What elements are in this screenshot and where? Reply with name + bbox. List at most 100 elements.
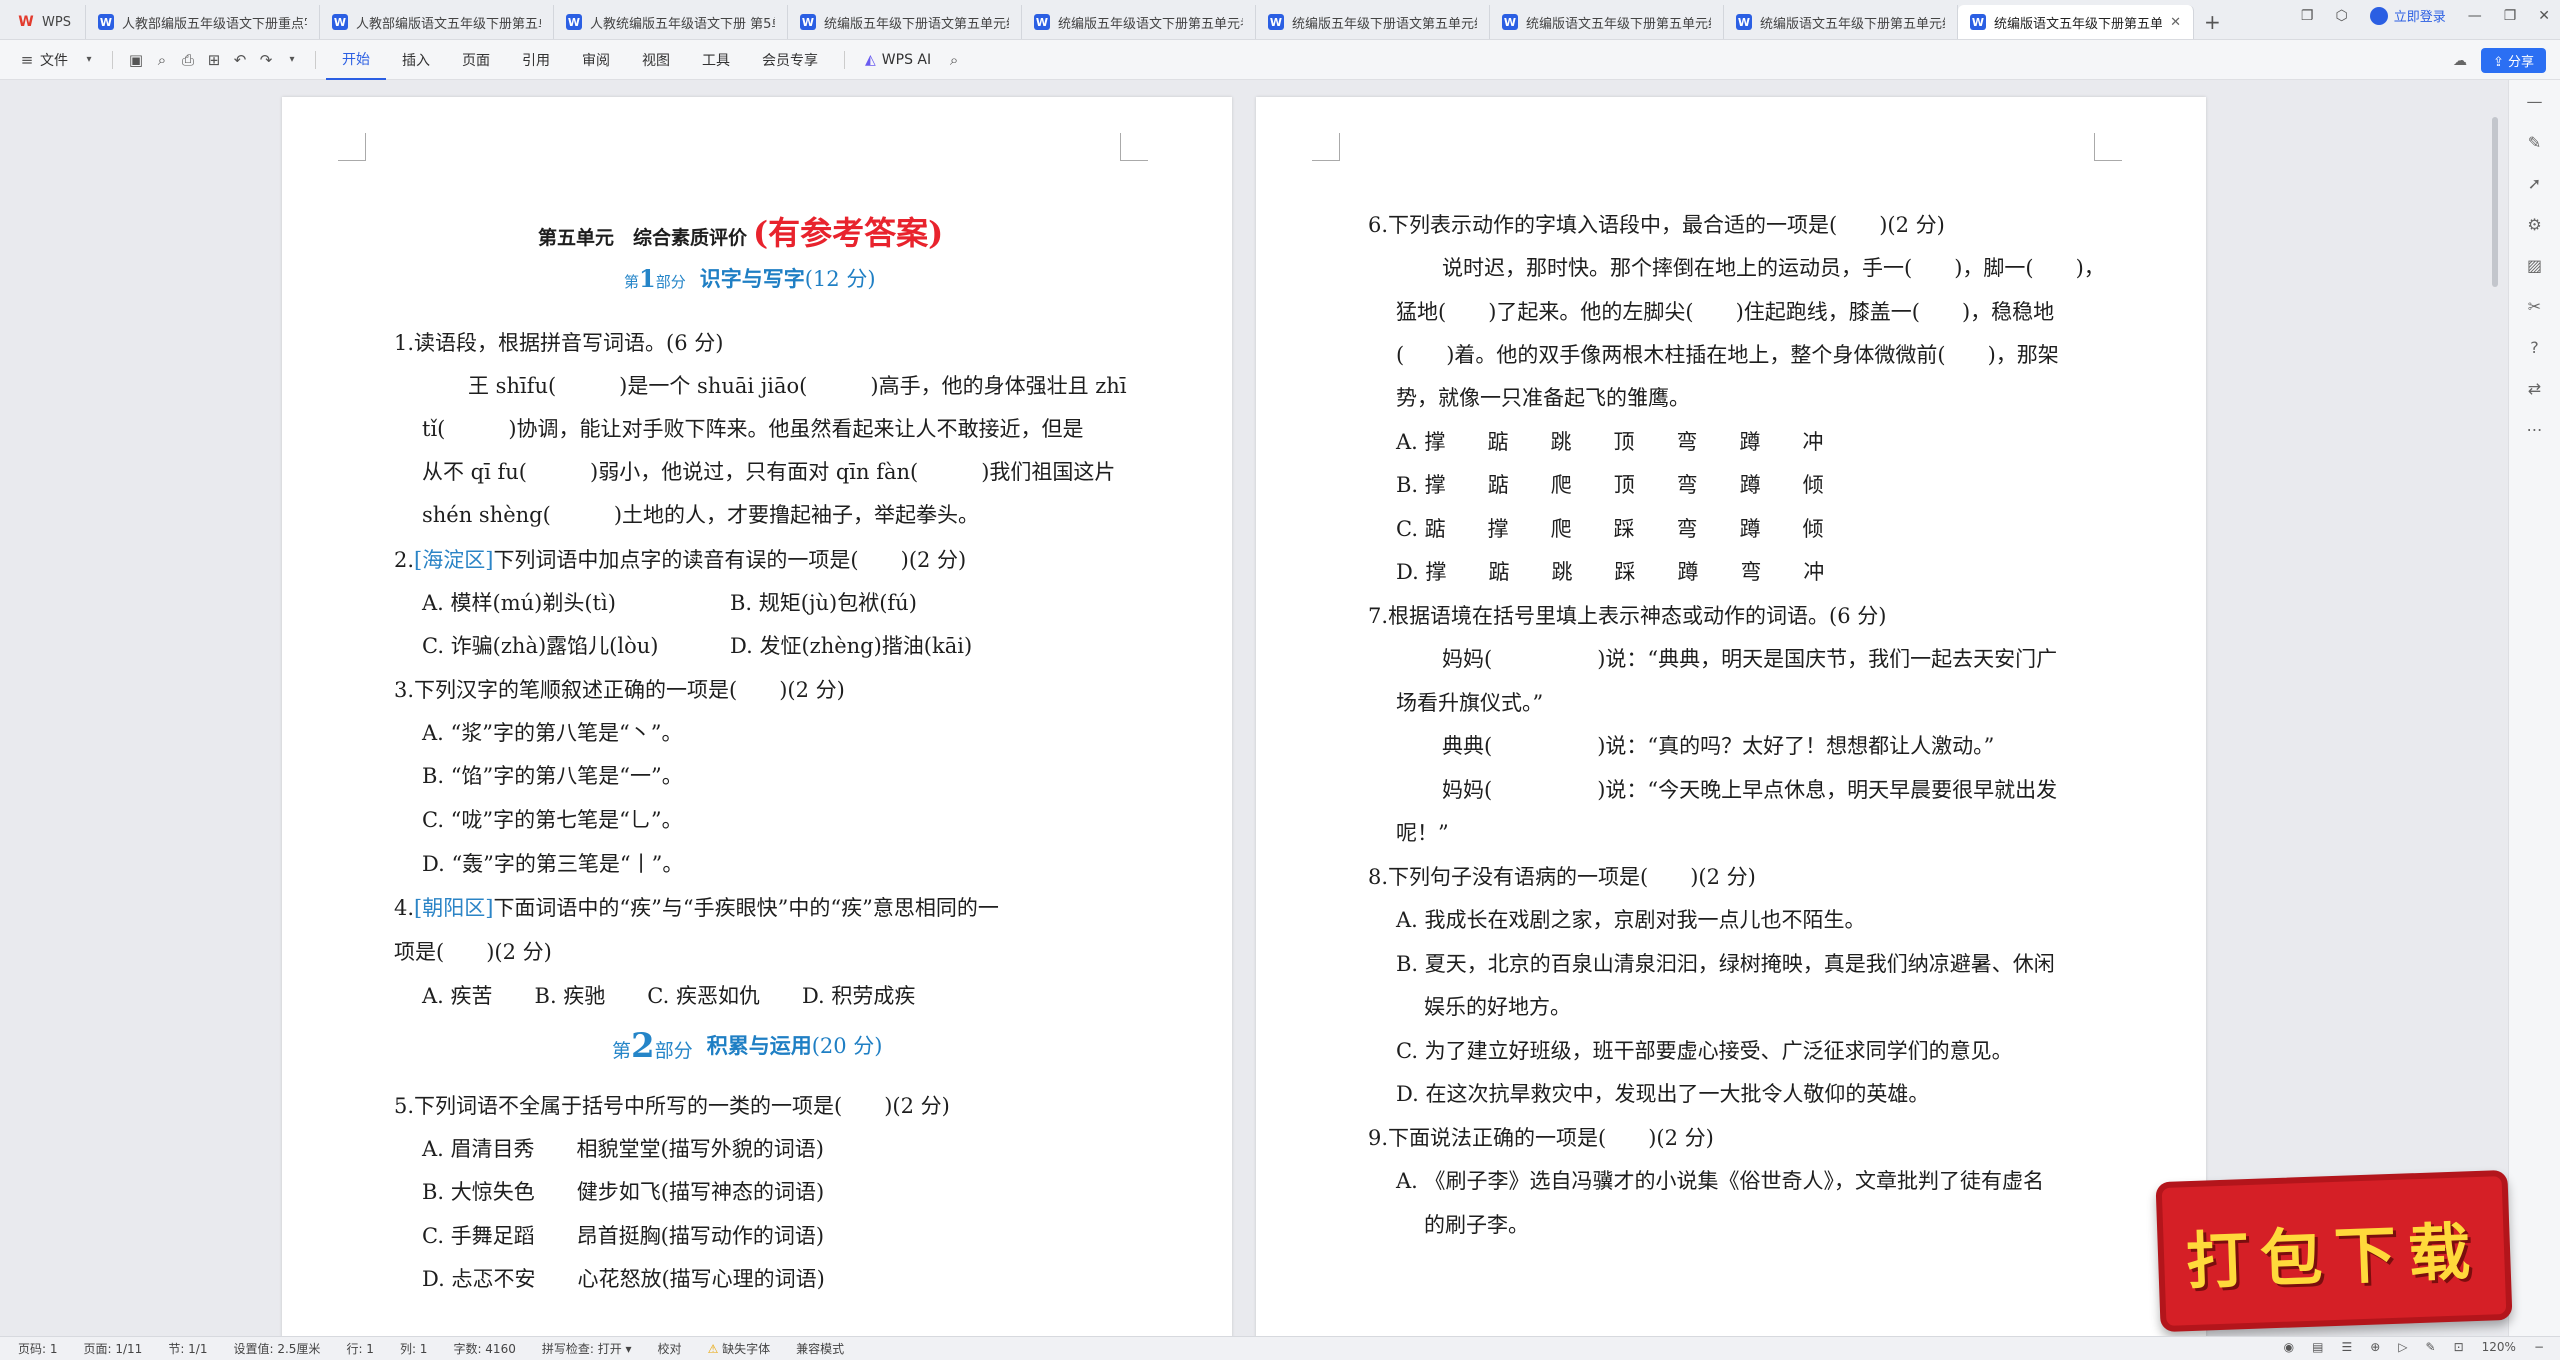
tab-insert[interactable]: 插入 (386, 40, 446, 80)
q1-line-2: tǐ( )协调，能让对手败下阵来。他虽然看起来让人不敢接近，但是 (422, 417, 1084, 441)
tab-document[interactable]: W 统编版语文五年级下册第五单元综合 (1724, 5, 1958, 39)
status-setting[interactable]: 设置值: 2.5厘米 (233, 1340, 320, 1357)
close-window-icon[interactable]: ✕ (2538, 8, 2550, 24)
status-section[interactable]: 节: 1/1 (168, 1340, 207, 1357)
q4-source-tag: [朝阳区] (414, 896, 494, 920)
save-icon[interactable]: ▣ (123, 51, 149, 69)
page-view-icon[interactable]: ▤ (2312, 1340, 2323, 1354)
q2-source-tag: [海淀区] (414, 548, 494, 572)
tab-label: 统编版语文五年级下册第五单元综合 (1760, 16, 1945, 32)
tab-tools[interactable]: 工具 (686, 40, 746, 80)
q2-text: 下列词语中加点字的读音有误的一项是( )(2 分) (493, 548, 967, 572)
tab-references[interactable]: 引用 (506, 40, 566, 80)
status-bar: 页码: 1 页面: 1/11 节: 1/1 设置值: 2.5厘米 行: 1 列:… (0, 1336, 2560, 1360)
q2-option-c: C. 诈骗(zhà)露馅儿(lòu) (422, 634, 659, 658)
settings-icon[interactable]: ⚙ (2527, 215, 2541, 234)
pen-icon[interactable]: ✎ (2528, 133, 2541, 152)
new-tab-button[interactable]: + (2194, 5, 2231, 39)
tools-icon[interactable]: ✂ (2528, 297, 2541, 316)
status-words[interactable]: 字数: 4160 (453, 1340, 515, 1357)
undo-icon[interactable]: ↶ (227, 51, 253, 69)
read-mode-icon[interactable]: ▷ (2398, 1340, 2407, 1354)
section-title-text: 识字与写字 (699, 266, 805, 291)
tab-document[interactable]: W 统编版语文五年级下册第五单元综合 (1490, 5, 1724, 39)
cube-icon[interactable]: ⬡ (2335, 8, 2347, 24)
tab-document[interactable]: W 人教部编版五年级语文下册重点字 (86, 5, 320, 39)
minimize-icon[interactable]: — (2468, 8, 2482, 24)
search-icon[interactable]: ⌕ (941, 51, 967, 69)
chevron-down-icon[interactable]: ▾ (279, 54, 305, 65)
status-proof[interactable]: 校对 (658, 1340, 682, 1357)
tab-document-active[interactable]: W 统编版语文五年级下册第五单 ✕ (1958, 5, 2194, 39)
q5-option-d: D. 忐忑不安 心花怒放(描写心理的词语) (422, 1267, 825, 1291)
translate-icon[interactable]: ⇄ (2528, 379, 2541, 398)
outline-view-icon[interactable]: ☰ (2341, 1340, 2352, 1354)
vertical-scrollbar[interactable] (2490, 97, 2500, 1342)
tab-wps-home[interactable]: W WPS (6, 5, 86, 39)
download-banner[interactable]: 打包下载 (2155, 1169, 2513, 1333)
divider (844, 50, 845, 69)
zoom-fit-icon[interactable]: ⊡ (2454, 1340, 2464, 1354)
tab-document[interactable]: W 统编版五年级下册语文第五单元综合 (788, 5, 1022, 39)
edit-mode-icon[interactable]: ✎ (2426, 1340, 2436, 1354)
help-icon[interactable]: ? (2530, 338, 2539, 357)
search-doc-icon[interactable]: ⌕ (149, 51, 175, 69)
chevron-down-icon[interactable]: ▾ (76, 54, 102, 65)
status-compat[interactable]: 兼容模式 (796, 1340, 844, 1357)
section-score: (20 分) (811, 1034, 883, 1058)
title-answer-note: (有参考答案) (753, 214, 944, 252)
q4-number: 4. (394, 896, 415, 920)
q1-line-3: 从不 qī fu( )弱小，他说过，只有面对 qīn fàn( )我们祖国这片 (422, 460, 1116, 484)
file-menu[interactable]: 文件 (40, 50, 68, 70)
zoom-level[interactable]: 120% (2482, 1340, 2516, 1354)
cloud-icon[interactable]: ☁ (2453, 53, 2467, 69)
eye-icon[interactable]: ◉ (2284, 1340, 2294, 1354)
status-col[interactable]: 列: 1 (400, 1340, 428, 1357)
badge-post: 部分 (655, 273, 686, 291)
scrollbar-thumb[interactable] (2492, 117, 2498, 287)
document-page-1[interactable]: 第五单元 综合素质评价 (有参考答案) 第1部分 识字与写字(12 分) 1.读语… (282, 97, 1232, 1342)
q5-option-c: C. 手舞足蹈 昂首挺胸(描写动作的词语) (422, 1224, 825, 1248)
tab-label: WPS (42, 14, 71, 30)
q1-line-1: 王 shīfu( )是一个 shuāi jiāo( )高手，他的身体强壮且 zh… (468, 374, 1127, 398)
share-button[interactable]: ⇪ 分享 (2480, 48, 2546, 73)
status-font-missing[interactable]: ⚠ 缺失字体 (708, 1340, 771, 1357)
tab-document[interactable]: W 统编版五年级语文下册第五单元考点 (1022, 5, 1256, 39)
q8-option-b-cont: 娱乐的好地方。 (1424, 995, 1571, 1019)
print-icon[interactable]: ⎙ (175, 51, 201, 69)
collapse-icon[interactable]: — (2527, 92, 2543, 111)
close-icon[interactable]: ✕ (2170, 15, 2181, 30)
web-view-icon[interactable]: ⊕ (2370, 1340, 2380, 1354)
image-icon[interactable]: ▨ (2527, 256, 2542, 275)
more-icon[interactable]: ⋯ (2527, 420, 2543, 439)
tab-label: 统编版语文五年级下册第五单 (1994, 16, 2163, 32)
restore-icon[interactable]: ❐ (2504, 8, 2517, 24)
tab-page[interactable]: 页面 (446, 40, 506, 80)
tab-home[interactable]: 开始 (326, 40, 386, 80)
print-preview-icon[interactable]: ⊞ (201, 51, 227, 69)
redo-icon[interactable]: ↷ (253, 51, 279, 69)
word-doc-icon: W (800, 14, 816, 30)
window-layout-icon[interactable]: ❐ (2301, 8, 2314, 24)
status-pages[interactable]: 页面: 1/11 (84, 1340, 143, 1357)
tab-document[interactable]: W 统编版五年级下册语文第五单元综合 (1256, 5, 1490, 39)
question-5: 5.下列词语不全属于括号中所写的一类的一项是( )(2 分) (394, 1094, 950, 1118)
tab-view[interactable]: 视图 (626, 40, 686, 80)
status-spellcheck[interactable]: 拼写检查: 打开 ▾ (542, 1340, 632, 1357)
tab-review[interactable]: 审阅 (566, 40, 626, 80)
section-heading-2: 第2部分 积累与运用(20 分) (612, 1029, 883, 1063)
tab-document[interactable]: W 人教部编版语文五年级下册第五单元 (320, 5, 554, 39)
menu-icon[interactable]: ≡ (14, 51, 40, 69)
ribbon-toolbar: ≡ 文件 ▾ ▣ ⌕ ⎙ ⊞ ↶ ↷ ▾ 开始 插入 页面 引用 审阅 视图 工… (0, 40, 2560, 80)
zoom-out-icon[interactable]: − (2534, 1340, 2544, 1354)
document-page-2[interactable]: 6.下列表示动作的字填入语段中，最合适的一项是( )(2 分) 说时迟，那时快。… (1256, 97, 2206, 1342)
select-icon[interactable]: ➚ (2528, 174, 2541, 193)
login-button[interactable]: 立即登录 (2369, 6, 2446, 25)
tab-document[interactable]: W 人教统编版五年级语文下册 第5单元 (554, 5, 788, 39)
status-page[interactable]: 页码: 1 (18, 1340, 58, 1357)
tab-member[interactable]: 会员专享 (746, 40, 834, 80)
wps-ai-button[interactable]: ◭ WPS AI (855, 52, 941, 68)
word-doc-icon: W (1736, 14, 1752, 30)
question-2: 2.[海淀区]下列词语中加点字的读音有误的一项是( )(2 分) (394, 550, 966, 571)
status-row[interactable]: 行: 1 (346, 1340, 374, 1357)
